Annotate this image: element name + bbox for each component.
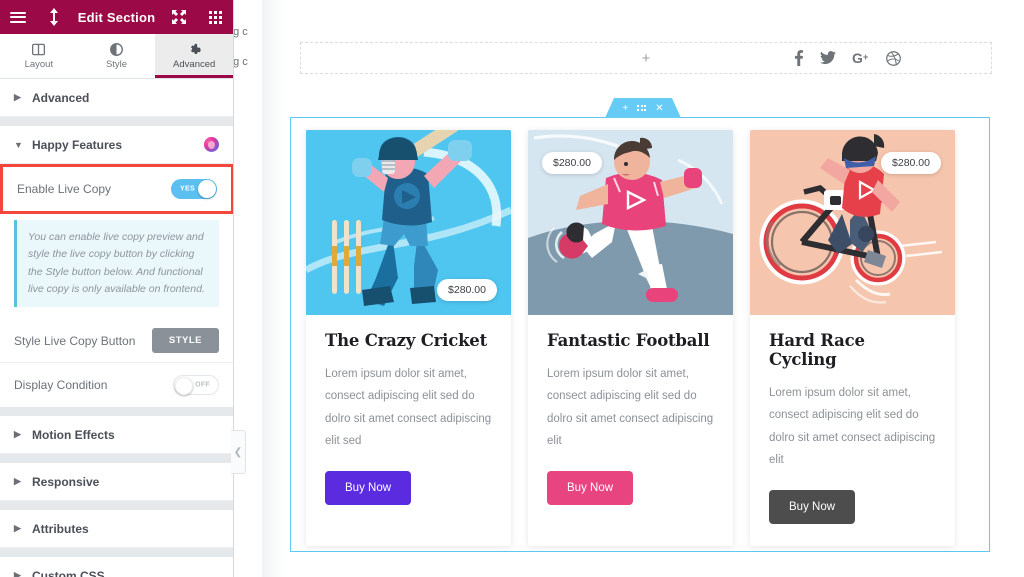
canvas-left-rail xyxy=(262,0,286,577)
toggle-state-label: YES xyxy=(180,185,195,193)
panel-tabs: Layout Style Advanced xyxy=(0,34,234,79)
plus-icon[interactable]: + xyxy=(642,51,651,66)
tab-style-label: Style xyxy=(105,59,128,70)
chevron-left-icon: ❮ xyxy=(233,446,243,458)
panel-header: Edit Section xyxy=(0,0,233,34)
vertical-resize-icon[interactable] xyxy=(36,0,72,34)
close-icon[interactable]: ✕ xyxy=(655,103,663,114)
buy-now-button[interactable]: Buy Now xyxy=(769,489,856,524)
section-divider xyxy=(0,407,233,417)
tab-style[interactable]: Style xyxy=(77,34,156,78)
add-section-icon[interactable]: + xyxy=(622,103,628,114)
toggle-knob xyxy=(175,377,193,396)
section-motion-effects-label: Motion Effects xyxy=(32,427,115,442)
display-condition-toggle[interactable]: OFF xyxy=(173,375,219,396)
section-divider xyxy=(0,117,233,126)
panel-collapse-handle[interactable]: ❮ xyxy=(231,430,246,474)
chevron-right-icon: ▶ xyxy=(14,429,21,440)
product-card[interactable]: $280.00 Fantastic Football Lorem ipsum d… xyxy=(528,130,733,546)
editor-window: ng c ng c + G + + ✕ $280.00 The Crazy Cr… xyxy=(0,0,1024,577)
cricket-player-illustration: $280.00 xyxy=(306,130,511,315)
buy-now-button[interactable]: Buy Now xyxy=(325,470,412,505)
chevron-right-icon: ▶ xyxy=(14,92,21,102)
google-plus-icon[interactable]: G + xyxy=(852,51,870,65)
section-custom-css[interactable]: ▶ Custom CSS xyxy=(0,557,233,577)
toggle-state-label: OFF xyxy=(195,381,210,389)
cyclist-illustration: $280.00 xyxy=(750,130,955,315)
gear-icon xyxy=(188,42,201,56)
style-button[interactable]: STYLE xyxy=(151,328,219,354)
social-icons-widget: G + xyxy=(793,50,901,66)
section-custom-css-label: Custom CSS xyxy=(32,568,105,577)
section-advanced[interactable]: ▶ Advanced xyxy=(0,79,233,117)
section-happy-features[interactable]: ▼ Happy Features xyxy=(0,126,233,164)
price-badge: $280.00 xyxy=(437,279,497,301)
card-title: Hard Race Cycling xyxy=(769,331,865,369)
enable-live-copy-toggle[interactable]: YES xyxy=(171,179,217,199)
chevron-down-icon: ▼ xyxy=(14,139,23,150)
football-player-illustration: $280.00 xyxy=(528,130,733,315)
section-motion-effects[interactable]: ▶ Motion Effects xyxy=(0,416,233,455)
section-advanced-label: Advanced xyxy=(32,90,90,105)
chevron-right-icon: ▶ xyxy=(14,570,21,577)
chevron-right-icon: ▶ xyxy=(14,476,21,487)
section-toolbar-handle: + ✕ xyxy=(605,98,681,118)
tab-advanced[interactable]: Advanced xyxy=(155,34,234,78)
card-body: The Crazy Cricket Lorem ipsum dolor sit … xyxy=(306,315,511,527)
card-body: Hard Race Cycling Lorem ipsum dolor sit … xyxy=(750,315,955,546)
product-card[interactable]: $280.00 The Crazy Cricket Lorem ipsum do… xyxy=(306,130,511,546)
section-divider xyxy=(0,501,233,511)
live-copy-notice: You can enable live copy preview and sty… xyxy=(0,214,233,320)
empty-section-placeholder[interactable]: + G + xyxy=(300,42,992,74)
card-description: Lorem ipsum dolor sit amet, consect adip… xyxy=(325,368,492,448)
card-description: Lorem ipsum dolor sit amet, consect adip… xyxy=(547,368,714,448)
drag-dots-icon[interactable] xyxy=(637,105,646,111)
hamburger-icon[interactable] xyxy=(0,0,36,34)
grid-apps-icon[interactable] xyxy=(197,0,233,34)
buy-now-button[interactable]: Buy Now xyxy=(547,470,634,505)
section-divider xyxy=(0,548,233,558)
facebook-icon[interactable] xyxy=(793,50,804,66)
live-copy-notice-text: You can enable live copy preview and sty… xyxy=(14,220,219,308)
card-title: Fantastic Football xyxy=(547,331,710,350)
svg-text:+: + xyxy=(863,52,868,62)
section-responsive-label: Responsive xyxy=(32,474,100,489)
style-live-copy-label: Style Live Copy Button xyxy=(14,333,136,348)
twitter-icon[interactable] xyxy=(820,51,836,65)
card-title: The Crazy Cricket xyxy=(325,331,488,350)
preview-canvas: + G + + ✕ $280.00 The Crazy Cricket Lore… xyxy=(262,0,1024,577)
style-live-copy-row[interactable]: Style Live Copy Button STYLE xyxy=(0,319,233,364)
expand-arrows-icon[interactable] xyxy=(161,0,197,34)
contrast-icon xyxy=(110,42,123,56)
chevron-right-icon: ▶ xyxy=(14,523,21,534)
columns-icon xyxy=(32,42,46,56)
enable-live-copy-label: Enable Live Copy xyxy=(17,182,112,196)
background-clipped-text: ng c ng c xyxy=(227,0,262,577)
card-body: Fantastic Football Lorem ipsum dolor sit… xyxy=(528,315,733,527)
panel-title: Edit Section xyxy=(77,9,156,25)
svg-text:G: G xyxy=(852,51,863,65)
tab-advanced-label: Advanced xyxy=(173,59,216,70)
enable-live-copy-highlight: Enable Live Copy YES xyxy=(0,164,233,214)
section-happy-features-label: Happy Features xyxy=(32,137,123,152)
enable-live-copy-row[interactable]: Enable Live Copy YES xyxy=(3,167,231,211)
card-description: Lorem ipsum dolor sit amet, consect adip… xyxy=(769,387,936,467)
section-responsive[interactable]: ▶ Responsive xyxy=(0,463,233,502)
section-divider xyxy=(0,454,233,464)
section-attributes[interactable]: ▶ Attributes xyxy=(0,510,233,549)
display-condition-row[interactable]: Display Condition OFF xyxy=(0,363,233,408)
happyaddons-logo-icon xyxy=(204,137,219,152)
editor-panel: Edit Section Layout Style Advanced ▶ Adv… xyxy=(0,0,234,577)
dribbble-icon[interactable] xyxy=(886,50,901,66)
tab-layout[interactable]: Layout xyxy=(0,34,78,78)
section-attributes-label: Attributes xyxy=(32,521,89,536)
display-condition-label: Display Condition xyxy=(14,378,108,393)
panel-body: ▶ Advanced ▼ Happy Features Enable Live … xyxy=(0,79,233,577)
price-badge: $280.00 xyxy=(881,152,941,174)
toggle-knob xyxy=(198,180,216,198)
product-card[interactable]: $280.00 Hard Race Cycling Lorem ipsum do… xyxy=(750,130,955,546)
price-badge: $280.00 xyxy=(542,152,602,174)
product-cards-row: $280.00 The Crazy Cricket Lorem ipsum do… xyxy=(306,130,955,546)
tab-layout-label: Layout xyxy=(24,59,54,70)
